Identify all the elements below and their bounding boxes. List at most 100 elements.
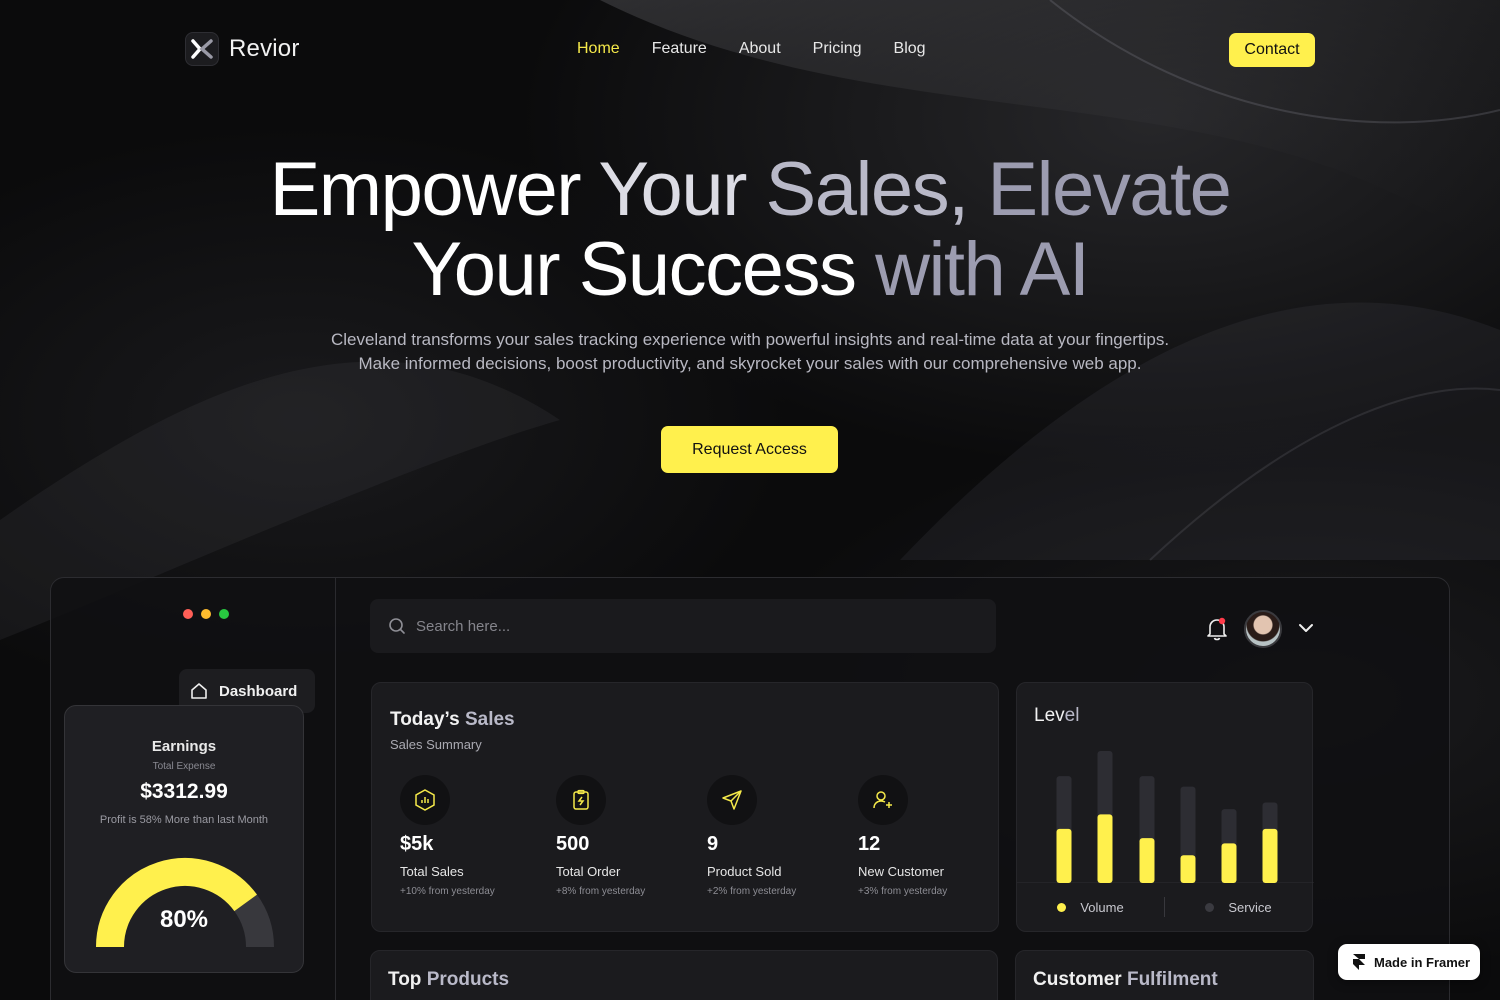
- hero-word: Sales,: [765, 147, 970, 232]
- card-title: Level: [1034, 705, 1079, 727]
- contact-button[interactable]: Contact: [1229, 33, 1315, 67]
- chart-legend: Volume Service: [1017, 897, 1312, 917]
- x-logo-icon: [185, 32, 219, 66]
- request-access-button[interactable]: Request Access: [661, 426, 838, 473]
- user-avatar[interactable]: [1244, 610, 1282, 648]
- bar-volume: [1221, 843, 1237, 883]
- nav-link-home[interactable]: Home: [577, 40, 620, 58]
- stat-value: $5k: [400, 833, 434, 855]
- bar-volume: [1180, 855, 1196, 883]
- sidebar-item-label: Dashboard: [219, 682, 298, 700]
- stat-total-sales: $5k Total Sales +10% from yesterday: [400, 775, 540, 897]
- hero-word: Your: [411, 227, 561, 312]
- card-title: Customer Fulfilment: [1033, 969, 1218, 991]
- legend-item-volume: Volume: [1017, 900, 1164, 915]
- earnings-card: Earnings Total Expense $3312.99 Profit i…: [64, 705, 304, 973]
- card-title: Top Products: [388, 969, 509, 991]
- badge-label: Made in Framer: [1374, 954, 1471, 970]
- card-subtitle: Sales Summary: [390, 737, 482, 752]
- nav-link-about[interactable]: About: [739, 40, 781, 58]
- hero-subtitle-line: Make informed decisions, boost productiv…: [358, 354, 1142, 373]
- stat-label: New Customer: [858, 864, 944, 879]
- window-dot-minimize: [201, 609, 211, 619]
- legend-label: Service: [1228, 899, 1272, 915]
- stat-value: 500: [556, 833, 590, 855]
- top-products-card: Top Products: [370, 950, 998, 1000]
- hero-word: with: [875, 227, 1006, 312]
- todays-sales-card: Today’s Sales Sales Summary $5k Total Sa…: [371, 682, 999, 932]
- legend-item-service: Service: [1165, 900, 1312, 915]
- user-add-icon: [858, 775, 908, 825]
- dashboard-main: Today’s Sales Sales Summary $5k Total Sa…: [337, 578, 1449, 1000]
- card-title-part: Lev: [1034, 705, 1065, 726]
- legend-dot: [1057, 902, 1067, 912]
- bar-volume: [1097, 814, 1113, 883]
- stat-change: +2% from yesterday: [707, 886, 797, 897]
- nav-link-feature[interactable]: Feature: [652, 40, 707, 58]
- stat-new-customer: 12 New Customer +3% from yesterday: [858, 775, 998, 897]
- card-title-part: Sales: [464, 709, 515, 730]
- nav-link-pricing[interactable]: Pricing: [813, 40, 862, 58]
- home-icon: [191, 683, 207, 699]
- framer-icon: [1353, 954, 1365, 970]
- earnings-gauge: [96, 858, 274, 948]
- gauge-percent: 80%: [159, 906, 209, 933]
- hero-subtitle: Cleveland transforms your sales tracking…: [0, 328, 1500, 376]
- earnings-value: $3312.99: [140, 780, 228, 803]
- window-dot-close: [183, 609, 193, 619]
- stat-label: Total Order: [556, 864, 621, 879]
- stat-change: +10% from yesterday: [400, 886, 495, 897]
- stat-label: Total Sales: [400, 864, 464, 879]
- customer-fulfilment-card: Customer Fulfilment: [1015, 950, 1314, 1000]
- hero-word: Your: [598, 147, 747, 232]
- bell-icon[interactable]: [1205, 616, 1229, 642]
- hero-word: Empower: [269, 147, 582, 232]
- hero-subtitle-line: Cleveland transforms your sales tracking…: [330, 330, 1170, 349]
- search-bar[interactable]: [370, 599, 996, 653]
- nav-link-blog[interactable]: Blog: [894, 40, 926, 58]
- card-title-part: Fulfilment: [1126, 969, 1218, 990]
- stat-value: 9: [707, 833, 719, 855]
- earnings-subtitle: Total Expense: [152, 761, 216, 772]
- legend-dot: [1205, 902, 1215, 912]
- brand-name: Revior: [229, 35, 300, 62]
- hero-word: Elevate: [987, 147, 1232, 232]
- top-nav: Revior Home Feature About Pricing Blog C…: [185, 32, 1315, 68]
- stat-label: Product Sold: [707, 864, 782, 879]
- level-card: Level Volume Service: [1016, 682, 1314, 932]
- bar-volume: [1262, 828, 1278, 883]
- chart-hexagon-icon: [400, 775, 450, 825]
- dashboard-preview: Dashboard Earnings Total Expense $3312.9…: [50, 577, 1450, 1000]
- clipboard-bolt-icon: [556, 775, 606, 825]
- search-icon: [389, 618, 405, 634]
- made-in-framer-badge[interactable]: Made in Framer: [1338, 944, 1480, 980]
- dashboard-sidebar: Dashboard Earnings Total Expense $3312.9…: [51, 578, 336, 1000]
- hero-word: AI: [1019, 227, 1090, 312]
- search-input[interactable]: [416, 617, 916, 635]
- brand-logo[interactable]: Revior: [185, 32, 300, 66]
- stat-product-sold: 9 Product Sold +2% from yesterday: [707, 775, 847, 897]
- bar-volume: [1139, 838, 1155, 883]
- bar-volume: [1056, 828, 1072, 883]
- card-title-part: Top: [388, 969, 427, 990]
- card-title: Today’s Sales: [390, 709, 515, 731]
- hero-title: Empower Your Sales, Elevate Your Success…: [0, 150, 1500, 310]
- level-bar-chart: [1017, 751, 1314, 883]
- card-title-part: Customer: [1033, 969, 1127, 990]
- window-controls: [183, 609, 229, 619]
- chevron-down-icon[interactable]: [1297, 622, 1315, 634]
- stat-total-order: 500 Total Order +8% from yesterday: [556, 775, 696, 897]
- send-icon: [707, 775, 757, 825]
- earnings-note: Profit is 58% More than last Month: [99, 814, 269, 826]
- stat-change: +3% from yesterday: [858, 886, 948, 897]
- card-title-part: el: [1064, 705, 1080, 726]
- stat-change: +8% from yesterday: [556, 886, 646, 897]
- hero-word: Success: [578, 227, 857, 312]
- nav-links: Home Feature About Pricing Blog: [577, 40, 926, 58]
- card-title-part: Today’s: [390, 709, 465, 730]
- window-dot-maximize: [219, 609, 229, 619]
- earnings-title: Earnings: [151, 738, 217, 755]
- legend-label: Volume: [1080, 899, 1124, 915]
- card-title-part: Products: [426, 969, 510, 990]
- stat-value: 12: [858, 833, 881, 855]
